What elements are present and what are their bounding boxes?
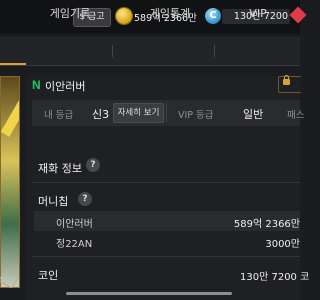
divider	[32, 182, 300, 183]
pass-label: 패스	[287, 110, 305, 121]
list-item: 정22AN 3000만	[34, 231, 300, 251]
tab-vip[interactable]: VIP	[228, 0, 288, 28]
wealth-info-title: 재화 정보	[38, 162, 82, 175]
money-chip-title: 머니칩	[38, 195, 69, 208]
vip-grade-value: 일반	[243, 108, 264, 121]
account-name: 이안러버	[56, 219, 93, 230]
nickname-row: N 이안러버	[32, 76, 300, 94]
character-art	[1, 97, 19, 137]
tab-active-partial[interactable]	[0, 37, 26, 65]
chip-amount: 589억 2366만	[233, 219, 300, 230]
chip-amount: 3000만	[265, 239, 300, 250]
level-label: 내 등급	[44, 110, 74, 121]
character-card[interactable]	[0, 76, 20, 288]
help-icon[interactable]: ?	[86, 158, 100, 172]
coin-amount: 130만 7200 코	[240, 272, 310, 283]
view-details-button[interactable]: 자세히 보기	[113, 103, 164, 123]
divider	[166, 103, 167, 123]
nickname: 이안러버	[45, 80, 86, 93]
tab-bar	[0, 37, 300, 66]
help-icon[interactable]: ?	[78, 192, 92, 206]
vip-grade-label: VIP 등급	[178, 110, 214, 121]
lock-icon	[283, 75, 290, 85]
tab-divider	[214, 45, 215, 57]
scrollbar[interactable]	[66, 292, 232, 295]
naver-badge-icon: N	[32, 78, 41, 92]
tab-divider	[112, 45, 113, 57]
list-item: 이안러버 589억 2366만	[34, 211, 300, 231]
divider	[32, 256, 300, 257]
coin-title: 코인	[38, 269, 59, 282]
level-value: 신3	[92, 108, 110, 121]
account-name: 정22AN	[56, 239, 93, 250]
tab-game-record[interactable]: 게임기록	[30, 0, 110, 28]
tab-game-stats[interactable]: 게임통계	[128, 0, 212, 28]
